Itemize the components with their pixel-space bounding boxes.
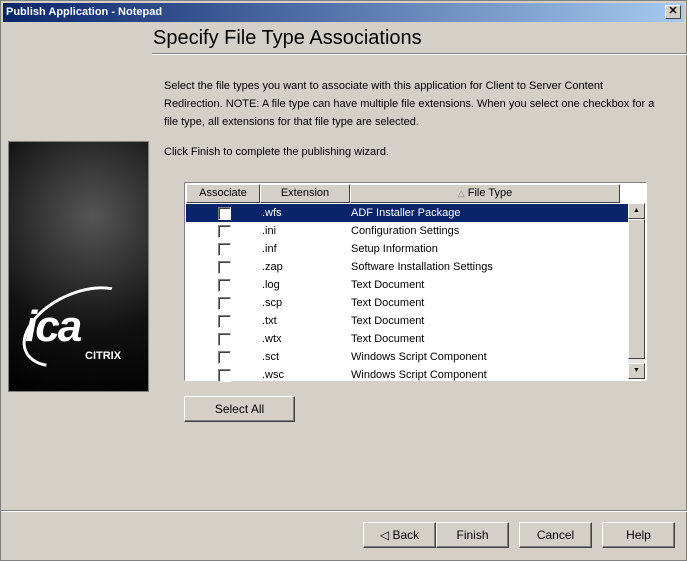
- scroll-up-button[interactable]: ▲: [628, 203, 645, 219]
- extension-cell: .wtx: [262, 333, 282, 345]
- table-row[interactable]: .inf Setup Information: [186, 240, 628, 258]
- file-type-cell: Windows Script Component: [351, 369, 487, 381]
- header-divider: [152, 53, 687, 55]
- associate-checkbox[interactable]: [218, 243, 231, 256]
- associate-checkbox[interactable]: [218, 369, 231, 382]
- extension-cell: .ini: [262, 225, 277, 237]
- table-row[interactable]: .wsc Windows Script Component: [186, 366, 628, 384]
- table-row[interactable]: .wfs ADF Installer Package: [186, 204, 628, 222]
- back-label: Back: [392, 528, 420, 542]
- extension-cell: .zap: [262, 261, 283, 273]
- extension-cell: .txt: [262, 315, 277, 327]
- help-button[interactable]: Help: [602, 522, 675, 548]
- file-type-cell: Setup Information: [351, 243, 438, 255]
- associate-checkbox[interactable]: [218, 279, 231, 292]
- associate-checkbox[interactable]: [218, 351, 231, 364]
- title-bar: Publish Application - Notepad ✕: [3, 3, 684, 22]
- file-type-cell: Text Document: [351, 279, 425, 291]
- table-row[interactable]: .wtx Text Document: [186, 330, 628, 348]
- extension-cell: .sct: [262, 351, 280, 363]
- associate-checkbox[interactable]: [218, 333, 231, 346]
- back-button[interactable]: ◁ Back: [363, 522, 436, 548]
- file-type-cell: Software Installation Settings: [351, 261, 493, 273]
- file-type-list[interactable]: Associate Extension △ File Type .wfs ADF …: [184, 182, 647, 384]
- instructions-text: Select the file types you want to associ…: [164, 80, 655, 128]
- file-type-cell: ADF Installer Package: [351, 207, 461, 219]
- page-title: Specify File Type Associations: [153, 27, 422, 49]
- ica-logo: ica: [25, 302, 82, 351]
- file-type-cell: Text Document: [351, 315, 425, 327]
- file-type-cell: Text Document: [351, 297, 425, 309]
- footer-divider: [1, 510, 687, 512]
- extension-cell: .wfs: [262, 207, 282, 219]
- associate-checkbox[interactable]: [218, 207, 231, 220]
- column-header-associate[interactable]: Associate: [186, 184, 260, 203]
- close-button[interactable]: ✕: [665, 5, 681, 19]
- associate-checkbox[interactable]: [218, 225, 231, 238]
- finish-note: Click Finish to complete the publishing …: [164, 146, 389, 158]
- table-row[interactable]: .log Text Document: [186, 276, 628, 294]
- window-title: Publish Application - Notepad: [6, 6, 163, 18]
- sort-ascending-icon: △: [457, 188, 465, 198]
- scroll-down-button[interactable]: ▼: [628, 363, 645, 379]
- citrix-logo: CITRIX: [85, 350, 122, 362]
- associate-checkbox[interactable]: [218, 315, 231, 328]
- associate-checkbox[interactable]: [218, 297, 231, 310]
- file-type-cell: Text Document: [351, 333, 425, 345]
- citrix-ica-banner-image: ica CITRIX: [8, 141, 149, 392]
- associate-checkbox[interactable]: [218, 261, 231, 274]
- extension-cell: .wsc: [262, 369, 284, 381]
- scroll-thumb[interactable]: [628, 219, 645, 359]
- table-row[interactable]: .scp Text Document: [186, 294, 628, 312]
- table-row[interactable]: .sct Windows Script Component: [186, 348, 628, 366]
- column-header-extension[interactable]: Extension: [260, 184, 350, 203]
- extension-cell: .inf: [262, 243, 277, 255]
- finish-button[interactable]: Finish: [436, 522, 509, 548]
- vertical-scrollbar[interactable]: ▲ ▼: [628, 203, 645, 379]
- extension-cell: .scp: [262, 297, 283, 309]
- column-header-file-type[interactable]: △ File Type: [350, 184, 620, 203]
- select-all-button[interactable]: Select All: [184, 396, 295, 422]
- cancel-button[interactable]: Cancel: [519, 522, 592, 548]
- select-all-label: Select All: [214, 402, 265, 416]
- extension-cell: .log: [262, 279, 280, 291]
- column-header-label: File Type: [467, 187, 513, 199]
- table-row[interactable]: .txt Text Document: [186, 312, 628, 330]
- table-row[interactable]: .ini Configuration Settings: [186, 222, 628, 240]
- file-type-cell: Windows Script Component: [351, 351, 487, 363]
- table-row[interactable]: .zap Software Installation Settings: [186, 258, 628, 276]
- back-arrow-icon: ◁: [379, 528, 390, 542]
- file-type-cell: Configuration Settings: [351, 225, 460, 237]
